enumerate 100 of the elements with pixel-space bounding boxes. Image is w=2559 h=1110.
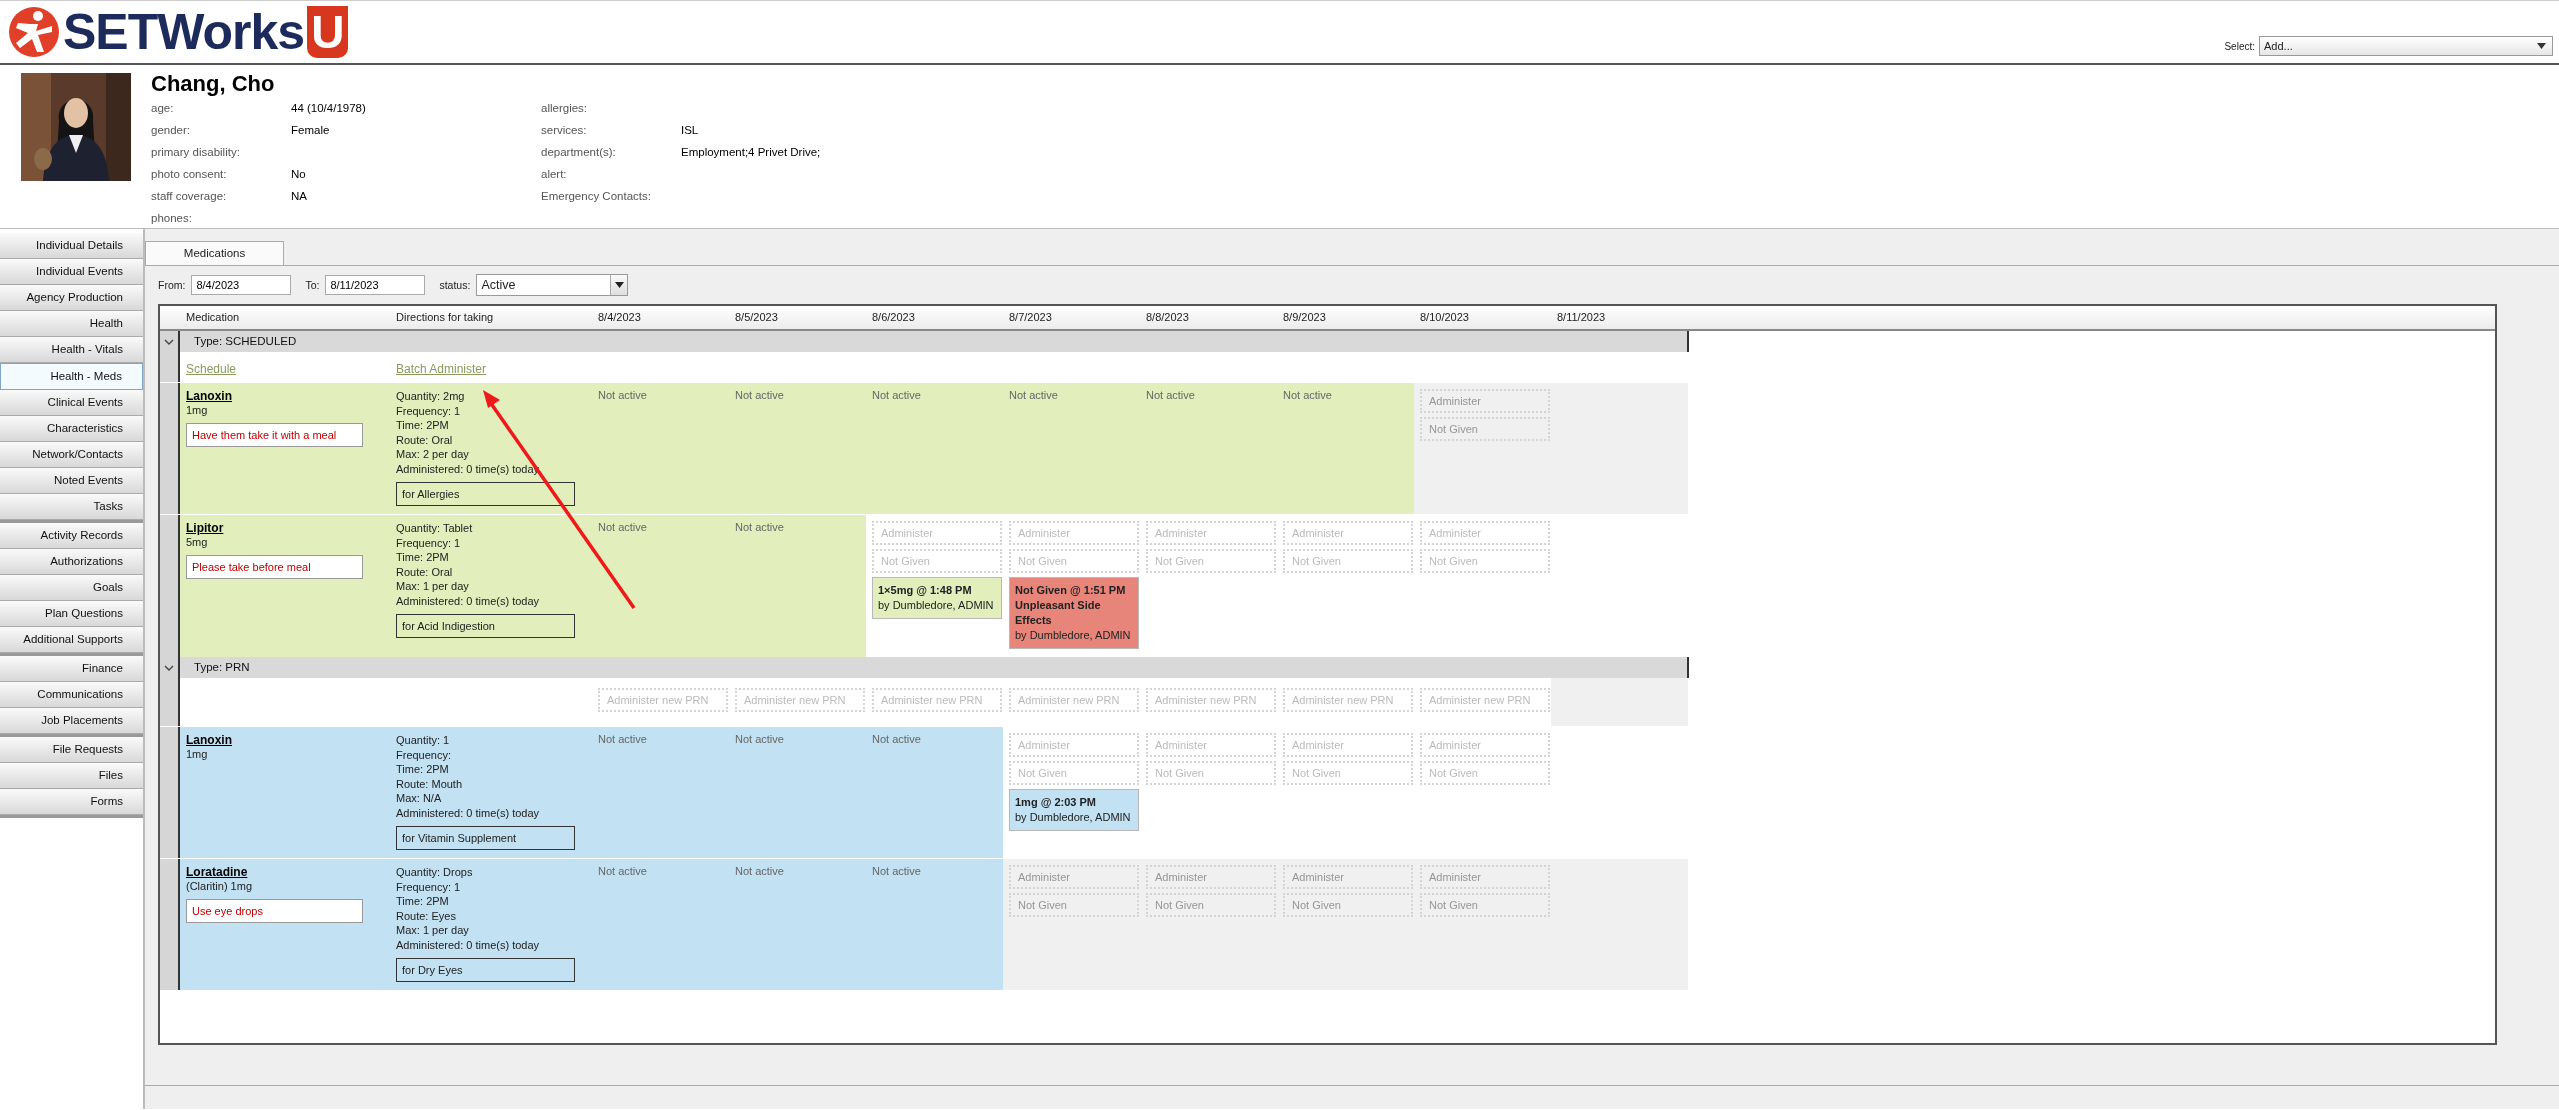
field-label: services: [541, 124, 588, 136]
administer-prn-button[interactable]: Administer new PRN [598, 688, 728, 712]
note-text: Use eye drops [186, 899, 363, 923]
date-field[interactable]: 8/11/2023 [325, 275, 426, 295]
select-label: Select: [2224, 40, 2255, 52]
administer-prn-button[interactable]: Administer new PRN [1420, 688, 1550, 712]
field-label: Emergency Contacts: [541, 190, 652, 202]
sidebar-item[interactable]: Individual Details [0, 233, 143, 259]
sidebar-item[interactable]: Characteristics [0, 416, 143, 442]
purpose-text: for Allergies [396, 482, 575, 506]
direction-text: Frequency: [396, 747, 453, 762]
sidebar-item[interactable]: Noted Events [0, 468, 143, 494]
group-header: Type: SCHEDULED [180, 331, 1689, 352]
column-header: 8/6/2023 [871, 310, 916, 325]
status-text: Not active [872, 389, 922, 401]
purpose-text: for Acid Indigestion [396, 614, 575, 638]
administer-button[interactable]: Administer [1009, 733, 1139, 757]
not-given-button[interactable]: Not Given [1009, 761, 1139, 785]
administer-button[interactable]: Administer [1283, 733, 1413, 757]
status-text: Not active [735, 521, 785, 533]
sidebar-item[interactable]: Clinical Events [0, 390, 143, 416]
direction-text: Quantity: Tablet [396, 521, 474, 536]
column-header: 8/9/2023 [1282, 310, 1327, 325]
status-text: Not active [598, 865, 648, 877]
group-header: Type: PRN [180, 657, 1689, 678]
administer-button[interactable]: Administer [1146, 733, 1276, 757]
sidebar-item[interactable]: Forms [0, 789, 143, 815]
sidebar-item[interactable]: File Requests [0, 737, 143, 763]
column-header: 8/8/2023 [1145, 310, 1190, 325]
field-value: NA [291, 190, 307, 202]
sidebar-item[interactable]: Individual Events [0, 259, 143, 285]
medication-link[interactable]: Lipitor [186, 521, 224, 535]
administer-button[interactable]: Administer [1146, 521, 1276, 545]
field-value: No [291, 168, 306, 180]
administer-button[interactable]: Administer [1283, 521, 1413, 545]
not-given-button[interactable]: Not Given [1283, 549, 1413, 573]
field-label: department(s): [541, 146, 617, 158]
direction-text: Route: Mouth [396, 776, 464, 791]
direction-text: Max: 1 per day [396, 579, 470, 594]
record-author: by Dumbledore, ADMIN [1015, 810, 1132, 825]
status-dropdown[interactable]: Active [476, 274, 629, 296]
direction-text: Administered: 0 time(s) today [396, 937, 541, 952]
sidebar-item[interactable]: Health - Vitals [0, 337, 143, 363]
sidebar-item[interactable]: Communications [0, 682, 143, 708]
direction-text: Time: 2PM [396, 762, 450, 777]
not-given-button[interactable]: Not Given [1146, 549, 1276, 573]
medication-link[interactable]: Loratadine [186, 865, 248, 879]
sidebar-item[interactable]: Tasks [0, 494, 143, 520]
group-toggle[interactable] [160, 331, 180, 352]
sidebar-item[interactable]: Job Placements [0, 708, 143, 734]
sidebar-item[interactable]: Health - Meds [0, 363, 143, 390]
administer-prn-button[interactable]: Administer new PRN [735, 688, 865, 712]
direction-text: Administered: 0 time(s) today [396, 805, 541, 820]
status-text: Not active [735, 865, 785, 877]
direction-text: Administered: 0 time(s) today [396, 593, 541, 608]
direction-text: Quantity: Drops [396, 865, 474, 880]
sidebar-item[interactable]: Activity Records [0, 523, 143, 549]
not-given-button[interactable]: Not Given [1146, 761, 1276, 785]
administer-prn-button[interactable]: Administer new PRN [1146, 688, 1276, 712]
not-given-button[interactable]: Not Given [1283, 761, 1413, 785]
administer-button[interactable]: Administer [1009, 521, 1139, 545]
medication-link[interactable]: Lanoxin [186, 389, 232, 403]
date-field[interactable]: 8/4/2023 [191, 275, 292, 295]
dose-text: (Claritin) 1mg [186, 880, 253, 892]
field-label: gender: [151, 124, 191, 136]
status-text: Not active [735, 733, 785, 745]
not-given-button[interactable]: Not Given [1420, 549, 1550, 573]
administer-button[interactable]: Administer [872, 521, 1002, 545]
not-given-button[interactable]: Not Given [1420, 761, 1550, 785]
administer-button[interactable]: Administer [1420, 733, 1550, 757]
link[interactable]: Schedule [186, 362, 237, 376]
link[interactable]: Batch Administer [396, 362, 487, 376]
column-header: 8/4/2023 [597, 310, 642, 325]
sidebar-item[interactable]: Network/Contacts [0, 442, 143, 468]
sidebar-item[interactable]: Authorizations [0, 549, 143, 575]
administer-prn-button[interactable]: Administer new PRN [1009, 688, 1139, 712]
status-text: Not active [598, 733, 648, 745]
sidebar-item[interactable]: Goals [0, 575, 143, 601]
field-label: photo consent: [151, 168, 228, 180]
add-dropdown[interactable]: Add... [2259, 36, 2553, 56]
caret-icon [2537, 43, 2546, 49]
sidebar-item[interactable]: Additional Supports [0, 627, 143, 653]
dose-text: 5mg [186, 536, 209, 548]
direction-text: Time: 2PM [396, 894, 450, 909]
not-given-button[interactable]: Not Given [872, 549, 1002, 573]
medication-link[interactable]: Lanoxin [186, 733, 232, 747]
filter-label: status: [439, 279, 471, 291]
sidebar-item[interactable]: Plan Questions [0, 601, 143, 627]
administer-prn-button[interactable]: Administer new PRN [872, 688, 1002, 712]
administer-button[interactable]: Administer [1420, 521, 1550, 545]
administer-prn-button[interactable]: Administer new PRN [1283, 688, 1413, 712]
sidebar-item[interactable]: Health [0, 311, 143, 337]
not-given-button[interactable]: Not Given [1009, 549, 1139, 573]
direction-text: Time: 2PM [396, 550, 450, 565]
sidebar-item[interactable]: Files [0, 763, 143, 789]
sidebar-item[interactable]: Finance [0, 656, 143, 682]
direction-text: Route: Eyes [396, 908, 457, 923]
tab[interactable]: Medications [145, 241, 284, 265]
field-label: primary disability: [151, 146, 241, 158]
sidebar-item[interactable]: Agency Production [0, 285, 143, 311]
